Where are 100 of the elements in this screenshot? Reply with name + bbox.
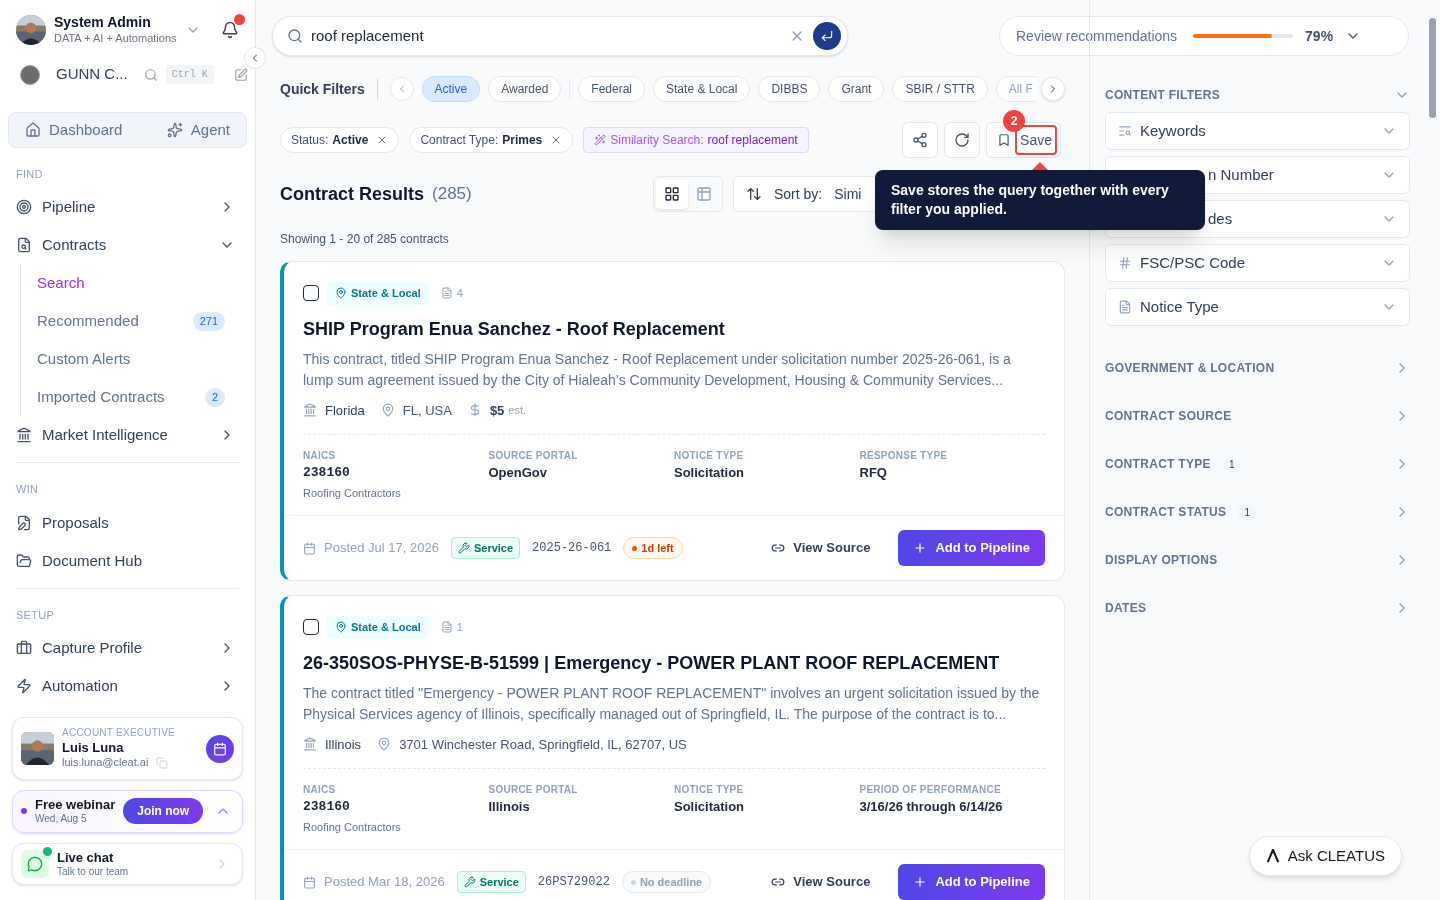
home-icon <box>25 121 41 138</box>
sub-nav-item[interactable]: Search <box>37 264 239 303</box>
calendar-icon <box>213 741 227 756</box>
wrench-icon <box>463 876 476 888</box>
role-label: ACCOUNT EXECUTIVE <box>62 727 176 740</box>
sub-nav-item[interactable]: Imported Contracts 2 <box>37 378 239 417</box>
document-count: 1 <box>456 620 463 635</box>
contract-summary: The contract titled "Emergency - POWER PLANT ROOF REPLACEMENT" involves an urgent solicitation issued by the Physical Services agency of Illinois, specifically managed out of Springfield, IL. The purpose of the contract is to... <box>303 683 1041 724</box>
select-checkbox[interactable] <box>303 285 319 302</box>
filter-section[interactable]: CONTRACT STATUS 1 <box>1105 488 1410 536</box>
search-icon <box>287 28 303 44</box>
active-filter: Contract Type: Primes <box>409 127 574 153</box>
view-source-link[interactable]: View Source <box>771 872 871 892</box>
agency-label: Florida <box>325 401 365 420</box>
text-search-icon <box>1118 124 1132 138</box>
filter-dropdown[interactable]: FSC/PSC Code <box>1105 244 1410 282</box>
view-source-link[interactable]: View Source <box>771 538 871 558</box>
top-nav-button[interactable]: Dashboard <box>21 118 127 141</box>
review-pill[interactable]: Review recommendations 79% <box>999 16 1409 56</box>
meta-label: SOURCE PORTAL <box>488 449 579 463</box>
add-to-pipeline-button[interactable]: Add to Pipeline <box>898 864 1045 900</box>
filter-chip[interactable]: Federal <box>578 76 646 102</box>
filter-chip[interactable]: Grant <box>828 76 885 102</box>
calendar-button[interactable] <box>206 734 234 763</box>
refresh-icon <box>954 132 971 148</box>
active-filter: Status: Active <box>280 127 400 153</box>
share-button[interactable] <box>902 122 939 158</box>
join-button[interactable]: Join now <box>123 798 204 825</box>
lightning-icon <box>16 678 32 695</box>
tooltip-pointer <box>1032 162 1048 170</box>
contract-title[interactable]: SHIP Program Enua Sanchez - Roof Replacement <box>303 315 1045 343</box>
add-to-pipeline-button[interactable]: Add to Pipeline <box>898 530 1045 566</box>
meta-label: NAICS <box>303 783 337 797</box>
step-badge: 2 <box>1003 110 1026 132</box>
search-icon[interactable] <box>143 67 158 82</box>
sub-nav-item[interactable]: Custom Alerts <box>37 340 239 379</box>
nav-item[interactable]: Proposals <box>16 503 239 542</box>
compose-icon[interactable] <box>233 67 248 82</box>
ask-assistant-button[interactable]: Ask CLEATUS <box>1248 836 1402 876</box>
submit-button[interactable] <box>813 22 841 50</box>
solicitation-number: 26PS729022 <box>537 874 610 891</box>
meta-label: NOTICE TYPE <box>674 449 745 463</box>
contract-title[interactable]: 26-350SOS-PHYSE-B-51599 | Emergency - POWER PLANT ROOF REPLACEMENT <box>303 649 1045 677</box>
nav-item[interactable]: Automation <box>16 667 239 706</box>
filter-chip[interactable]: DIBBS <box>758 76 821 102</box>
bell-icon[interactable] <box>220 20 239 39</box>
meta-value: 3/16/26 through 6/14/26 <box>859 798 1004 816</box>
deadline-tag: 1d left <box>623 536 683 560</box>
plus-icon <box>913 875 928 889</box>
wrench-icon <box>457 542 470 554</box>
location-label: FL, USA <box>402 401 452 420</box>
hash-icon <box>1118 256 1132 270</box>
meta-value: RFQ <box>859 464 888 482</box>
filter-chip[interactable]: Awarded <box>488 76 562 102</box>
calendar-icon <box>303 875 316 889</box>
executive-name: Luis Luna <box>62 739 125 756</box>
nav-item[interactable]: Pipeline <box>16 188 239 227</box>
meta-label: NOTICE TYPE <box>674 783 745 797</box>
filter-chip[interactable]: State & Local <box>653 76 751 102</box>
type-tag: Service <box>456 870 526 894</box>
filter-section[interactable]: CONTRACT SOURCE <box>1105 392 1410 440</box>
top-nav-button[interactable]: Agent <box>162 118 234 141</box>
amount-note: est. <box>508 403 527 418</box>
filter-dropdown[interactable]: Notice Type <box>1105 288 1410 326</box>
type-tag: Service <box>450 536 521 560</box>
filter-section[interactable]: DATES <box>1105 584 1410 632</box>
workspace-name[interactable]: GUNN C... <box>56 63 128 86</box>
filter-chip[interactable]: SBIR / STTR <box>892 76 988 102</box>
review-label: Review recommendations <box>1016 26 1178 46</box>
search-field[interactable]: roof replacement <box>272 16 848 56</box>
count-badge: 1 <box>1222 456 1241 472</box>
nav-item[interactable]: Market Intelligence <box>16 416 239 455</box>
filter-section[interactable]: GOVERNMENT & LOCATION <box>1105 344 1410 392</box>
meta-value: Solicitation <box>674 798 746 816</box>
user-name: System Admin <box>54 14 152 32</box>
grid-view-button[interactable] <box>656 179 688 209</box>
sparkle-wand-icon <box>594 134 607 146</box>
target-icon <box>16 199 32 216</box>
deadline-tag: No deadline <box>621 870 712 894</box>
nav-item[interactable]: Document Hub <box>16 541 239 580</box>
nav-item[interactable]: Contracts <box>16 226 239 265</box>
refresh-button[interactable] <box>944 122 981 158</box>
sub-nav-item[interactable]: Recommended 271 <box>37 302 239 341</box>
scroll-right-button[interactable] <box>1041 77 1065 101</box>
nav-item[interactable]: Capture Profile <box>16 629 239 668</box>
count-badge: 271 <box>192 312 225 331</box>
contract-summary: This contract, titled SHIP Program Enua Sanchez - Roof Replacement under solicitation number 2025-26-061, is a lump sum agreement issued by the City of Hialeah’s Community Development, Housing & Community Services... <box>303 349 1012 390</box>
filter-section[interactable]: DISPLAY OPTIONS <box>1105 536 1410 584</box>
select-checkbox[interactable] <box>303 619 319 636</box>
filter-chip[interactable]: Active <box>421 76 481 102</box>
filter-dropdown[interactable]: Keywords <box>1105 112 1410 150</box>
shortcut-hint: Ctrl K <box>165 65 214 84</box>
location-icon <box>335 287 347 300</box>
live-chat-card[interactable]: Live chat Talk to our team <box>12 842 243 886</box>
section-heading: WIN <box>16 482 40 498</box>
document-icon <box>1118 300 1132 314</box>
webinar-title: Free webinar <box>35 796 116 813</box>
section-heading: FIND <box>16 166 44 182</box>
filter-section[interactable]: CONTRACT TYPE 1 <box>1105 440 1410 488</box>
collapse-button[interactable] <box>244 47 266 69</box>
